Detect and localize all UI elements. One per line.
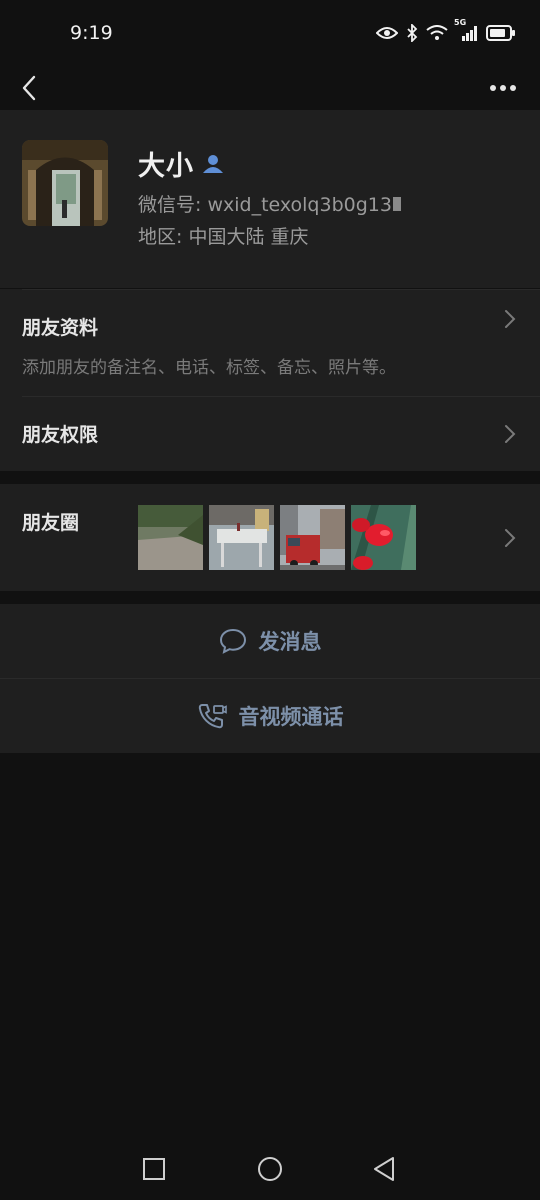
wechat-id-text: 微信号: wxid_texolq3b0g13 <box>138 194 392 216</box>
home-icon[interactable] <box>257 1156 283 1182</box>
friend-info-row[interactable]: 朋友资料 添加朋友的备注名、电话、标签、备忘、照片等。 <box>0 289 540 396</box>
friend-info-title: 朋友资料 <box>22 317 99 339</box>
send-message-label: 发消息 <box>258 630 322 654</box>
moments-thumbnails <box>138 505 416 570</box>
contact-name: 大小 <box>138 151 194 182</box>
profile-card: 大小 微信号: wxid_texolq3b0g13 地区: 中国大陆 重庆 <box>0 110 540 288</box>
battery-icon <box>486 25 516 41</box>
wechat-id: 微信号: wxid_texolq3b0g13 <box>138 190 401 217</box>
bluetooth-icon <box>406 24 418 42</box>
chevron-right-icon <box>504 424 516 444</box>
friend-permissions-title: 朋友权限 <box>22 424 99 446</box>
status-time: 9:19 <box>70 22 113 44</box>
back-arrow-icon[interactable] <box>14 72 44 104</box>
moments-title: 朋友圈 <box>22 512 80 534</box>
more-dots-icon[interactable] <box>486 78 520 98</box>
network-type-label: 5G <box>454 18 467 27</box>
back-triangle-icon[interactable] <box>372 1156 396 1182</box>
top-nav-bar <box>0 66 540 110</box>
avatar[interactable] <box>22 140 108 226</box>
moments-thumbnail <box>280 505 345 570</box>
moments-row[interactable]: 朋友圈 <box>0 484 540 591</box>
friend-permissions-row[interactable]: 朋友权限 <box>0 396 540 471</box>
region-text: 地区: 中国大陆 重庆 <box>138 226 309 248</box>
chevron-right-icon <box>504 309 516 329</box>
recent-apps-icon[interactable] <box>143 1158 165 1180</box>
cellular-signal-icon: 5G <box>454 18 478 41</box>
moments-thumbnail <box>209 505 274 570</box>
moments-thumbnail <box>138 505 203 570</box>
video-call-button[interactable]: 音视频通话 <box>0 679 540 753</box>
status-bar: 9:19 5G <box>0 0 540 66</box>
friend-info-subtitle: 添加朋友的备注名、电话、标签、备忘、照片等。 <box>22 358 396 378</box>
wifi-icon <box>426 25 448 41</box>
chevron-right-icon <box>504 528 516 548</box>
text-cursor <box>392 196 401 211</box>
send-message-button[interactable]: 发消息 <box>0 604 540 678</box>
video-call-icon <box>197 702 227 730</box>
chat-bubble-icon <box>219 628 247 654</box>
eye-icon <box>376 26 398 40</box>
name-row: 大小 <box>138 144 224 183</box>
moments-thumbnail <box>351 505 416 570</box>
status-icons: 5G <box>376 18 516 42</box>
divider <box>22 396 540 397</box>
person-badge-icon <box>202 154 224 174</box>
video-call-label: 音视频通话 <box>238 705 344 729</box>
system-nav-bar <box>0 1140 540 1200</box>
divider <box>22 289 540 290</box>
